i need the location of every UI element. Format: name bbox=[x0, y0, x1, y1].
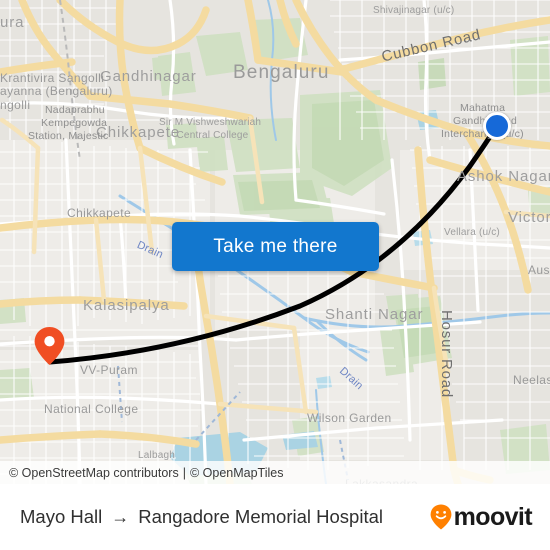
arrow-right-icon: → bbox=[111, 506, 130, 527]
map-canvas[interactable]: ura Gandhinagar Bengaluru Shivajinagar (u/c… bbox=[0, 0, 550, 484]
map-share-card: ura Gandhinagar Bengaluru Shivajinagar (u/c… bbox=[0, 0, 550, 550]
trip-summary: Mayo Hall → Rangadore Memorial Hospital bbox=[20, 506, 430, 528]
moovit-pin-icon bbox=[430, 504, 452, 530]
attribution-osm[interactable]: © OpenStreetMap contributors bbox=[9, 466, 179, 480]
trip-footer: Mayo Hall → Rangadore Memorial Hospital … bbox=[0, 484, 550, 550]
moovit-wordmark: moovit bbox=[453, 502, 533, 531]
map-attribution: © OpenStreetMap contributors | © OpenMap… bbox=[0, 461, 550, 484]
moovit-logo[interactable]: moovit bbox=[430, 502, 533, 532]
attribution-openmaptiles[interactable]: © OpenMapTiles bbox=[190, 466, 284, 480]
trip-destination: Rangadore Memorial Hospital bbox=[138, 506, 383, 527]
take-me-there-button[interactable]: Take me there bbox=[172, 222, 379, 271]
origin-marker[interactable] bbox=[483, 112, 511, 140]
trip-origin: Mayo Hall bbox=[20, 506, 103, 527]
destination-marker[interactable] bbox=[34, 327, 65, 365]
attribution-separator: | bbox=[182, 465, 186, 480]
